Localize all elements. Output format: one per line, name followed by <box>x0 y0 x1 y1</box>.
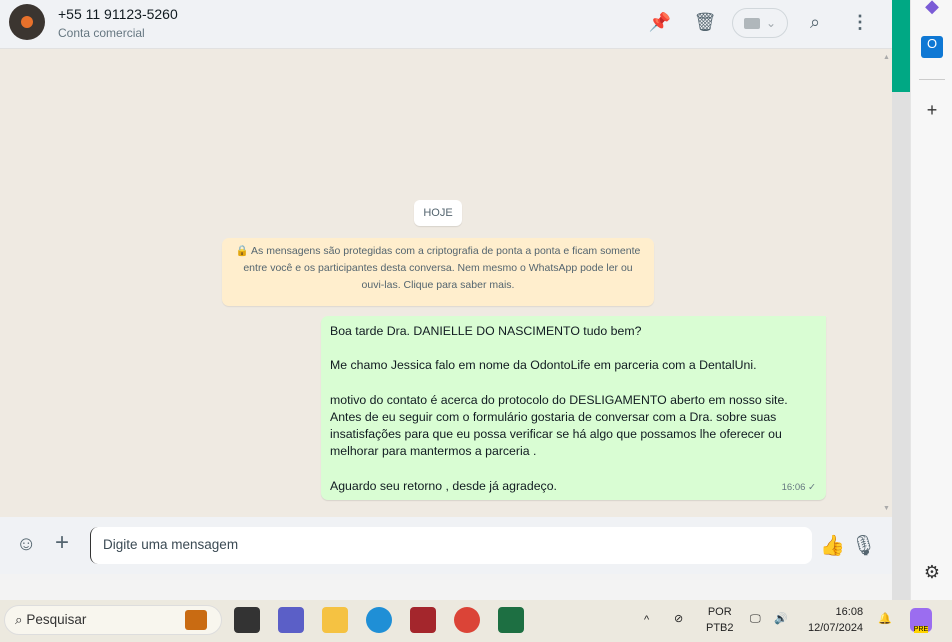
date: 12/07/2024 <box>808 622 864 634</box>
menu-icon[interactable]: ⋮ <box>848 12 872 33</box>
display-icon[interactable]: 🖵 <box>750 611 761 627</box>
lock-icon: 🔒 <box>235 245 249 257</box>
taskbar: ⌕ Pesquisar ^ ⊘ POR PTB2 🖵 🔊 16:08 12/07/2… <box>0 600 952 642</box>
plus-icon[interactable]: + <box>55 529 69 557</box>
network-icon[interactable]: ⊘ <box>674 611 683 627</box>
contact-subtitle: Conta comercial <box>58 26 145 40</box>
lang-primary: POR <box>707 606 732 618</box>
day-label: HOJE <box>414 200 462 226</box>
chevron-up-icon[interactable]: ^ <box>644 612 649 628</box>
chat-header: +55 11 91123-5260 Conta comercial 📌 🗑 ⌄ … <box>0 0 892 49</box>
thumbs-up-icon[interactable]: 👍 <box>820 533 845 558</box>
add-icon[interactable]: + <box>921 100 943 122</box>
message-bubble[interactable]: Boa tarde Dra. DANIELLE DO NASCIMENTO tu… <box>321 316 826 500</box>
search-icon[interactable]: ⌕ <box>803 12 827 33</box>
task-view-icon[interactable] <box>234 607 260 633</box>
side-gutter <box>892 92 910 600</box>
window-bottom <box>0 574 910 600</box>
message-text: Boa tarde Dra. DANIELLE DO NASCIMENTO tu… <box>330 324 788 493</box>
video-icon <box>743 17 760 29</box>
edge-sidebar: ◆ O + ⚙ <box>910 0 952 600</box>
trash-icon[interactable]: 🗑 <box>693 12 717 33</box>
volume-icon[interactable]: 🔊 <box>774 611 788 627</box>
message-input[interactable]: Digite uma mensagem <box>90 527 812 564</box>
clock[interactable]: 16:08 12/07/2024 <box>808 604 863 636</box>
edge-icon[interactable] <box>366 607 392 633</box>
file-explorer-icon[interactable] <box>322 607 348 633</box>
check-icon: ✓ <box>808 481 816 493</box>
briefcase-icon <box>185 610 207 630</box>
pre-badge: PRE <box>913 626 929 633</box>
scrollbar[interactable]: ▲ ▼ <box>881 50 891 517</box>
contact-name[interactable]: +55 11 91123-5260 <box>58 6 178 22</box>
settings-icon[interactable]: ⚙ <box>921 562 943 584</box>
bell-icon[interactable]: 🔔 <box>878 611 892 627</box>
encryption-notice[interactable]: 🔒 As mensagens são protegidas com a crip… <box>222 238 654 306</box>
taskbar-search[interactable]: ⌕ Pesquisar <box>4 605 222 635</box>
copilot-icon[interactable]: ◆ <box>921 0 943 18</box>
emoji-icon[interactable]: ☺ <box>16 533 36 556</box>
lang-secondary: PTB2 <box>706 622 734 634</box>
composer: ☺ + Digite uma mensagem 👍 🎙 <box>0 517 892 574</box>
video-call-button[interactable]: ⌄ <box>732 8 788 38</box>
pin-icon[interactable]: 📌 <box>648 12 672 33</box>
microphone-icon[interactable]: 🎙 <box>851 533 876 558</box>
time: 16:08 <box>835 606 864 618</box>
outlook-icon[interactable]: O <box>921 36 943 58</box>
search-label: Pesquisar <box>26 612 87 627</box>
notice-text: As mensagens são protegidas com a cripto… <box>243 245 641 291</box>
chevron-down-icon: ⌄ <box>765 16 777 30</box>
search-icon: ⌕ <box>15 612 23 627</box>
teams-icon[interactable] <box>278 607 304 633</box>
chrome-icon[interactable] <box>454 607 480 633</box>
copilot-pre-icon[interactable]: PRE <box>910 608 932 633</box>
avatar[interactable] <box>9 4 45 40</box>
message-time: 16:06 <box>781 481 806 493</box>
language-indicator[interactable]: POR PTB2 <box>706 604 734 636</box>
accent-bar <box>892 0 910 92</box>
excel-icon[interactable] <box>498 607 524 633</box>
access-icon[interactable] <box>410 607 436 633</box>
